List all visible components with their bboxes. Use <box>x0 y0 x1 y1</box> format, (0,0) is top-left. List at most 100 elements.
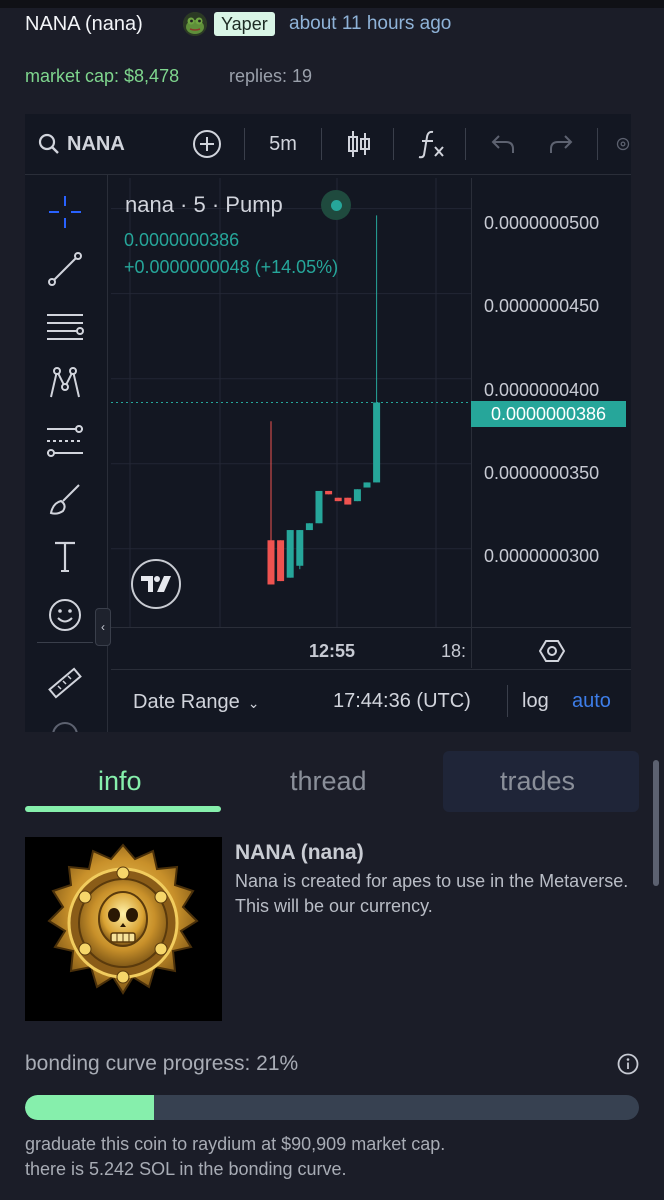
symbol-label: NANA <box>67 132 125 155</box>
market-cap: market cap: $8,478 <box>25 66 180 86</box>
settings-button[interactable] <box>615 114 631 174</box>
coin-description: Nana is created for apes to use in the M… <box>235 871 629 916</box>
tab-thread[interactable]: thread <box>290 766 367 797</box>
hexagon-settings-icon <box>538 640 566 662</box>
symbol-search-button[interactable]: NANA <box>37 114 137 174</box>
crosshair-icon <box>49 196 81 228</box>
tradingview-logo[interactable] <box>131 559 181 609</box>
measure-tool[interactable] <box>45 663 85 703</box>
candle-body[interactable] <box>315 490 323 524</box>
status-dot <box>331 200 342 211</box>
user-badge[interactable]: Yaper <box>214 12 275 36</box>
time-axis-border <box>111 627 631 628</box>
candle-body[interactable] <box>305 523 313 531</box>
candle-body[interactable] <box>363 482 371 488</box>
utc-clock[interactable]: 17:44:36 (UTC) <box>333 690 471 713</box>
fib-tool[interactable] <box>45 307 85 347</box>
sol-in-curve-text: there is 5.242 SOL in the bonding curve. <box>25 1159 347 1179</box>
info-button[interactable] <box>617 1053 639 1075</box>
indicators-button[interactable] <box>413 114 449 174</box>
redo-button[interactable] <box>543 114 579 174</box>
candle-body[interactable] <box>353 489 361 502</box>
y-tick-label: 0.0000000500 <box>484 213 600 233</box>
chart-toolbar: NANA 5m <box>25 114 631 175</box>
function-icon <box>418 130 444 159</box>
toolbar-divider <box>597 128 598 160</box>
coin-image <box>25 837 222 1021</box>
plus-circle-icon <box>193 130 221 158</box>
candle-body[interactable] <box>277 540 285 582</box>
date-range-label: Date Range <box>133 691 240 713</box>
auto-scale-toggle[interactable]: auto <box>572 690 611 713</box>
bonding-curve-label: bonding curve progress: 21% <box>25 1052 299 1075</box>
price-chart-widget[interactable]: NANA 5m ‹ nana · 5 · Pump 0.0000000386 +… <box>25 114 631 732</box>
chevron-down-icon: ⌄ <box>247 695 260 711</box>
drawing-toolbar <box>25 175 108 732</box>
trendline-tool[interactable] <box>45 249 85 289</box>
date-range-button[interactable]: Date Range ⌄ <box>133 691 259 714</box>
tradingview-icon <box>141 576 171 592</box>
undo-button[interactable] <box>485 114 521 174</box>
toolbar-divider <box>37 642 93 643</box>
chart-settings-button[interactable] <box>538 638 566 669</box>
prediction-icon <box>47 425 83 457</box>
y-tick-label: 0.0000000300 <box>484 546 600 566</box>
token-title: NANA (nana) <box>25 13 143 35</box>
x-tick-label: 12:55 <box>309 641 356 661</box>
legend-change: +0.0000000048 (+14.05%) <box>124 257 339 277</box>
brush-tool[interactable] <box>45 479 85 519</box>
page-scrollbar[interactable] <box>653 760 659 886</box>
log-scale-toggle[interactable]: log <box>522 690 549 713</box>
candle-body[interactable] <box>286 530 294 578</box>
zoom-icon <box>52 722 78 732</box>
progress-fill <box>25 1095 154 1120</box>
graduate-text: graduate this coin to raydium at $90,909… <box>25 1134 446 1154</box>
compare-button[interactable] <box>189 114 225 174</box>
coin-logo-image <box>25 837 222 1021</box>
current-price-label: 0.0000000386 <box>471 401 626 427</box>
x-tick-label: 18: <box>441 641 467 661</box>
candle-body[interactable] <box>267 540 275 585</box>
info-icon <box>617 1053 639 1075</box>
candle-body[interactable] <box>334 497 342 502</box>
zoom-tool[interactable] <box>45 715 85 732</box>
emoji-tool[interactable] <box>45 595 85 635</box>
undo-icon <box>491 135 514 153</box>
search-icon <box>38 133 59 154</box>
collapse-toolbar-button[interactable]: ‹ <box>95 608 111 646</box>
toolbar-divider <box>321 128 322 160</box>
projection-tool[interactable] <box>45 421 85 461</box>
text-tool[interactable] <box>45 537 85 577</box>
candle-body[interactable] <box>373 402 381 483</box>
crosshair-tool[interactable] <box>45 192 85 232</box>
candle-body[interactable] <box>296 530 304 566</box>
chart-type-button[interactable] <box>341 114 377 174</box>
toolbar-divider <box>465 128 466 160</box>
ruler-icon <box>48 667 82 699</box>
bonding-curve-progress-bar <box>25 1095 639 1120</box>
created-time: about 11 hours ago <box>289 13 452 34</box>
candle-body[interactable] <box>344 497 352 505</box>
tab-info[interactable]: info <box>98 766 142 797</box>
chart-legend-title: nana · 5 · Pump <box>125 192 283 217</box>
active-tab-indicator <box>25 806 221 812</box>
tab-trades[interactable]: trades <box>500 766 575 797</box>
user-avatar[interactable] <box>183 12 207 36</box>
interval-button[interactable]: 5m <box>261 114 305 174</box>
replies-count: replies: 19 <box>229 66 313 86</box>
pattern-icon <box>50 367 80 398</box>
y-tick-label: 0.0000000450 <box>484 296 600 316</box>
pattern-tool[interactable] <box>45 363 85 403</box>
toolbar-divider <box>393 128 394 160</box>
redo-icon <box>550 135 573 153</box>
trendline-icon <box>48 252 82 286</box>
candle-body[interactable] <box>325 490 333 495</box>
bottom-divider <box>507 685 508 717</box>
coin-name: NANA (nana) <box>235 841 364 864</box>
candles-icon <box>348 131 370 157</box>
smiley-icon <box>49 599 81 631</box>
horizontal-lines-icon <box>47 314 84 340</box>
legend-price: 0.0000000386 <box>124 230 240 250</box>
y-tick-label: 0.0000000400 <box>484 380 600 400</box>
top-edge <box>0 0 664 8</box>
